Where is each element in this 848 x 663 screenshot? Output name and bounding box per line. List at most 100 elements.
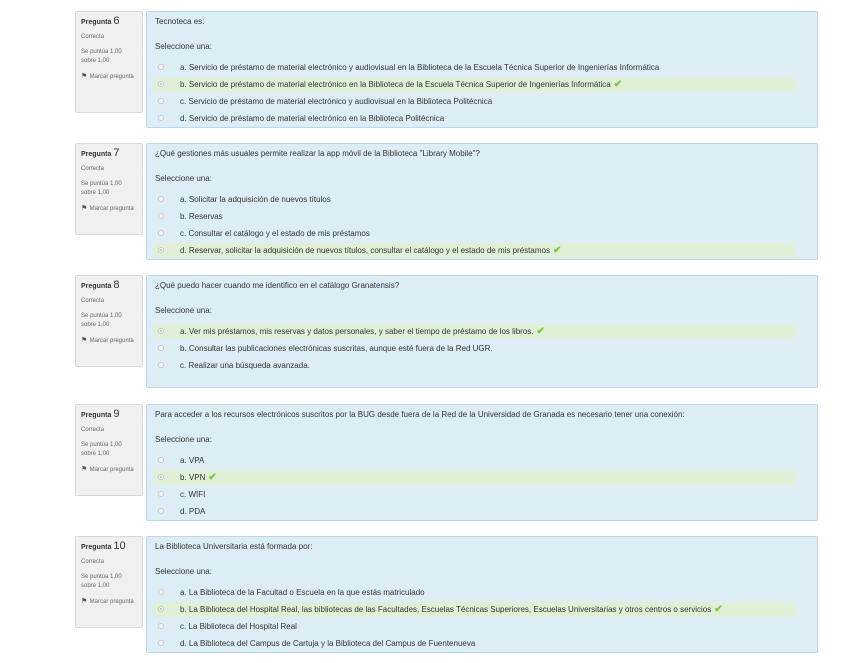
question-8: Pregunta 8 Correcta Se puntúa 1,00 sobre 1,… xyxy=(75,275,818,388)
answer-option-a[interactable]: a. Ver mis préstamos, mis reservas y dat… xyxy=(153,324,796,339)
answer-label: b. VPN ✔ xyxy=(180,472,217,483)
answer-option-c[interactable]: c. Realizar una búsqueda avanzada. xyxy=(153,358,796,373)
question-6: Pregunta 6 Correcta Se puntúa 1,00 sobre 1,… xyxy=(75,11,818,128)
question-9: Pregunta 9 Correcta Se puntúa 1,00 sobre 1,… xyxy=(75,404,818,521)
question-10: Pregunta 10 Correcta Se puntúa 1,00 sobre 1… xyxy=(75,536,818,653)
answer-text: a. Ver mis préstamos, mis reservas y dat… xyxy=(180,327,534,336)
answer-label: d. La Biblioteca del Campus de Cartuja y… xyxy=(180,639,475,648)
answer-radio[interactable] xyxy=(158,98,164,104)
answer-radio[interactable] xyxy=(158,362,164,368)
answer-radio[interactable] xyxy=(158,115,164,121)
question-grade: Se puntúa 1,00 sobre 1,00 xyxy=(81,442,122,457)
question-content: Tecnoteca es: Seleccione una: a. Servicio … xyxy=(146,11,818,128)
question-number-value: 10 xyxy=(113,540,126,552)
answer-radio[interactable] xyxy=(158,640,164,646)
answer-option-a[interactable]: a. La Biblioteca de la Facultad o Escuel… xyxy=(153,585,796,600)
flag-question-link[interactable]: ⚑ Marcar pregunta xyxy=(81,204,137,214)
answer-option-c[interactable]: c. Consultar el catálogo y el estado de … xyxy=(153,226,796,241)
question-info: Pregunta 7 Correcta Se puntúa 1,00 sobre 1,… xyxy=(75,143,143,235)
question-content: Para acceder a los recursos electrónicos… xyxy=(146,404,818,521)
question-state: Correcta xyxy=(81,34,105,40)
answer-radio[interactable] xyxy=(158,457,164,463)
question-info: Pregunta 8 Correcta Se puntúa 1,00 sobre 1,… xyxy=(75,275,143,367)
answer-option-d[interactable]: d. Reservar, solicitar la adquisición de… xyxy=(153,243,796,258)
question-info: Pregunta 10 Correcta Se puntúa 1,00 sobre 1… xyxy=(75,536,143,628)
answer-text: c. Servicio de préstamo de material elec… xyxy=(180,97,493,106)
question-number: Pregunta 9 xyxy=(81,409,137,421)
answer-radio[interactable] xyxy=(158,230,164,236)
answer-label: c. WIFI xyxy=(180,490,205,499)
flag-question-link[interactable]: ⚑ Marcar pregunta xyxy=(81,597,137,607)
answer-label: b. Reservas xyxy=(180,212,223,221)
check-icon: ✔ xyxy=(536,326,545,337)
question-word: Pregunta xyxy=(81,283,112,290)
answer-radio[interactable] xyxy=(158,247,164,253)
answer-radio[interactable] xyxy=(158,81,164,87)
answer-radio[interactable] xyxy=(158,196,164,202)
check-icon: ✔ xyxy=(552,245,562,256)
answer-option-a[interactable]: a. Solicitar la adquisición de nuevos tí… xyxy=(153,192,796,207)
answer-label: b. Consultar las publicaciones electróni… xyxy=(180,344,493,353)
question-number-value: 8 xyxy=(113,279,120,291)
answer-option-a[interactable]: a. VPA xyxy=(153,453,796,468)
question-state: Correcta xyxy=(81,166,105,172)
answer-text: c. Realizar una búsqueda avanzada. xyxy=(180,361,310,370)
select-one-prompt: Seleccione una: xyxy=(155,174,212,183)
answer-radio[interactable] xyxy=(158,345,164,351)
answer-radio[interactable] xyxy=(158,589,164,595)
answer-option-c[interactable]: c. WIFI xyxy=(153,487,796,502)
check-icon: ✔ xyxy=(714,604,723,615)
answer-option-c[interactable]: c. La Biblioteca del Hospital Real xyxy=(153,619,796,634)
flag-icon: ⚑ xyxy=(81,466,88,473)
answer-radio[interactable] xyxy=(158,623,164,629)
answer-option-b[interactable]: b. Consultar las publicaciones electróni… xyxy=(153,341,796,356)
question-info: Pregunta 6 Correcta Se puntúa 1,00 sobre 1,… xyxy=(75,11,143,113)
answer-radio[interactable] xyxy=(158,328,164,334)
check-icon: ✔ xyxy=(613,79,623,90)
answer-label: c. Realizar una búsqueda avanzada. xyxy=(180,361,310,370)
answer-option-b[interactable]: b. VPN ✔ xyxy=(153,470,796,485)
select-one-prompt: Seleccione una: xyxy=(155,435,212,444)
question-content: ¿Qué puedo hacer cuando me identifico en… xyxy=(146,275,818,388)
answer-option-b[interactable]: b. Reservas xyxy=(153,209,796,224)
question-text: La Biblioteca Universitaria está formada… xyxy=(155,542,313,551)
answer-text: b. Servicio de préstamo de material elec… xyxy=(180,80,611,89)
answer-option-b[interactable]: b. La Biblioteca del Hospital Real, las … xyxy=(153,602,796,617)
check-icon: ✔ xyxy=(208,472,217,483)
answer-option-d[interactable]: d. PDA xyxy=(153,504,796,519)
question-content: La Biblioteca Universitaria está formada… xyxy=(146,536,818,653)
flag-question-link[interactable]: ⚑ Marcar pregunta xyxy=(81,465,137,475)
answer-radio[interactable] xyxy=(158,474,164,480)
question-state: Correcta xyxy=(81,427,105,433)
flag-icon: ⚑ xyxy=(81,73,88,80)
answer-text: b. Consultar las publicaciones electróni… xyxy=(180,344,493,353)
answer-radio[interactable] xyxy=(158,491,164,497)
answer-text: a. Servicio de préstamo de material elec… xyxy=(180,63,660,72)
question-number: Pregunta 10 xyxy=(81,541,137,553)
answer-option-a[interactable]: a. Servicio de préstamo de material elec… xyxy=(153,60,796,75)
answer-option-d[interactable]: d. La Biblioteca del Campus de Cartuja y… xyxy=(153,636,796,651)
question-grade: Se puntúa 1,00 sobre 1,00 xyxy=(81,574,122,589)
question-text: Tecnoteca es: xyxy=(155,17,205,26)
answer-option-c[interactable]: c. Servicio de préstamo de material elec… xyxy=(153,94,796,109)
answer-radio[interactable] xyxy=(158,213,164,219)
answer-label: d. Reservar, solicitar la adquisición de… xyxy=(180,245,562,256)
question-grade: Se puntúa 1,00 sobre 1,00 xyxy=(81,313,122,328)
question-word: Pregunta xyxy=(81,19,112,26)
answer-radio[interactable] xyxy=(158,508,164,514)
answer-label: c. Consultar el catálogo y el estado de … xyxy=(180,229,370,238)
answer-label: d. Servicio de préstamo de material elec… xyxy=(180,114,444,123)
question-state: Correcta xyxy=(81,559,105,565)
answer-option-d[interactable]: d. Servicio de préstamo de material elec… xyxy=(153,111,796,126)
answer-option-b[interactable]: b. Servicio de préstamo de material elec… xyxy=(153,77,796,92)
answer-text: b. VPN xyxy=(180,473,206,482)
flag-question-link[interactable]: ⚑ Marcar pregunta xyxy=(81,336,137,346)
select-one-prompt: Seleccione una: xyxy=(155,306,212,315)
answer-radio[interactable] xyxy=(158,606,164,612)
answer-label: c. Servicio de préstamo de material elec… xyxy=(180,97,492,106)
flag-icon: ⚑ xyxy=(81,598,88,605)
answer-label: a. La Biblioteca de la Facultad o Escuel… xyxy=(180,588,425,597)
flag-question-link[interactable]: ⚑ Marcar pregunta xyxy=(81,72,137,82)
answer-label: d. PDA xyxy=(180,507,205,516)
answer-radio[interactable] xyxy=(158,64,164,70)
